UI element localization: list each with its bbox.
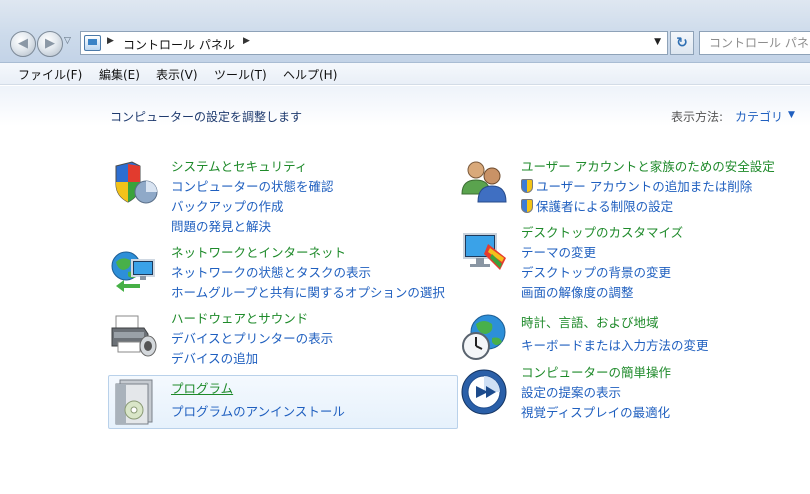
view-by-label: 表示方法: [671,110,724,124]
category-user-accounts[interactable]: ユーザー アカウントと家族のための安全設定 [521,156,775,175]
view-by-dropdown[interactable]: カテゴリ [735,108,783,125]
link-create-backup[interactable]: バックアップの作成 [171,196,284,215]
desktop-icon[interactable] [460,228,508,276]
control-panel-icon [84,35,101,51]
link-optimize-visual-display[interactable]: 視覚ディスプレイの最適化 [521,402,670,421]
breadcrumb-separator-icon[interactable]: ▶ [107,36,114,46]
refresh-button[interactable]: ↻ [670,31,694,55]
menu-file[interactable]: ファイル(F) [18,66,82,83]
link-add-remove-accounts-label: ユーザー アカウントの追加または削除 [536,179,753,194]
link-parental-controls-label: 保護者による制限の設定 [536,199,674,214]
network-icon[interactable] [110,246,158,294]
link-find-fix-problems[interactable]: 問題の発見と解決 [171,216,271,235]
address-dropdown-icon[interactable]: ▼ [654,37,661,47]
link-uninstall-program[interactable]: プログラムのアンインストール [171,401,345,420]
uac-shield-icon [521,199,533,213]
recent-pages-dropdown[interactable]: ▽ [64,36,71,46]
printer-icon[interactable] [110,310,158,358]
address-bar[interactable]: ▶ コントロール パネル ▶ ▼ [80,31,668,55]
back-button[interactable]: ◀ [10,31,36,57]
link-devices-printers[interactable]: デバイスとプリンターの表示 [171,328,333,347]
category-ease-of-access[interactable]: コンピューターの簡単操作 [521,362,671,381]
forward-button[interactable]: ▶ [37,31,63,57]
menu-bar: ファイル(F) 編集(E) 表示(V) ツール(T) ヘルプ(H) [0,63,810,85]
category-system-security[interactable]: システムとセキュリティ [171,156,307,175]
category-network-internet[interactable]: ネットワークとインターネット [171,242,346,261]
menu-edit[interactable]: 編集(E) [99,66,140,83]
breadcrumb-control-panel[interactable]: コントロール パネル [123,36,235,53]
link-adjust-resolution[interactable]: 画面の解像度の調整 [521,282,634,301]
search-input[interactable]: コントロール パネ [699,31,810,55]
link-check-computer-status[interactable]: コンピューターの状態を確認 [171,176,334,195]
clock-globe-icon[interactable] [460,312,508,360]
link-change-theme[interactable]: テーマの変更 [521,242,596,261]
link-parental-controls[interactable]: 保護者による制限の設定 [521,196,673,215]
shield-icon[interactable] [110,158,158,206]
chevron-down-icon[interactable]: ▼ [788,110,795,120]
link-change-background[interactable]: デスクトップの背景の変更 [521,262,671,281]
uac-shield-icon [521,179,533,193]
category-programs[interactable]: プログラム [171,378,233,397]
menu-tools[interactable]: ツール(T) [214,66,267,83]
ease-of-access-icon[interactable] [460,368,508,416]
category-desktop-customization[interactable]: デスクトップのカスタマイズ [521,222,683,241]
users-icon[interactable] [460,158,508,206]
menu-help[interactable]: ヘルプ(H) [283,66,337,83]
navigation-bar: ◀ ▶ ▽ ▶ コントロール パネル ▶ ▼ ↻ コントロール パネ [0,0,810,63]
page-title: コンピューターの設定を調整します [110,110,303,124]
link-get-recommendations[interactable]: 設定の提案の表示 [521,382,621,401]
link-homegroup-sharing[interactable]: ホームグループと共有に関するオプションの選択 [171,282,445,301]
link-add-remove-accounts[interactable]: ユーザー アカウントの追加または削除 [521,176,752,195]
link-change-keyboard-input[interactable]: キーボードまたは入力方法の変更 [521,335,709,354]
breadcrumb-separator-icon[interactable]: ▶ [243,36,250,46]
programs-icon[interactable] [110,378,158,426]
control-panel-content: コンピューターの設定を調整します 表示方法: カテゴリ ▼ システムとセキュリテ… [0,86,810,494]
link-add-device[interactable]: デバイスの追加 [171,348,258,367]
menu-view[interactable]: 表示(V) [156,66,198,83]
category-hardware-sound[interactable]: ハードウェアとサウンド [171,308,308,327]
category-clock-language-region[interactable]: 時計、言語、および地域 [521,312,659,331]
link-network-status-tasks[interactable]: ネットワークの状態とタスクの表示 [171,262,371,281]
